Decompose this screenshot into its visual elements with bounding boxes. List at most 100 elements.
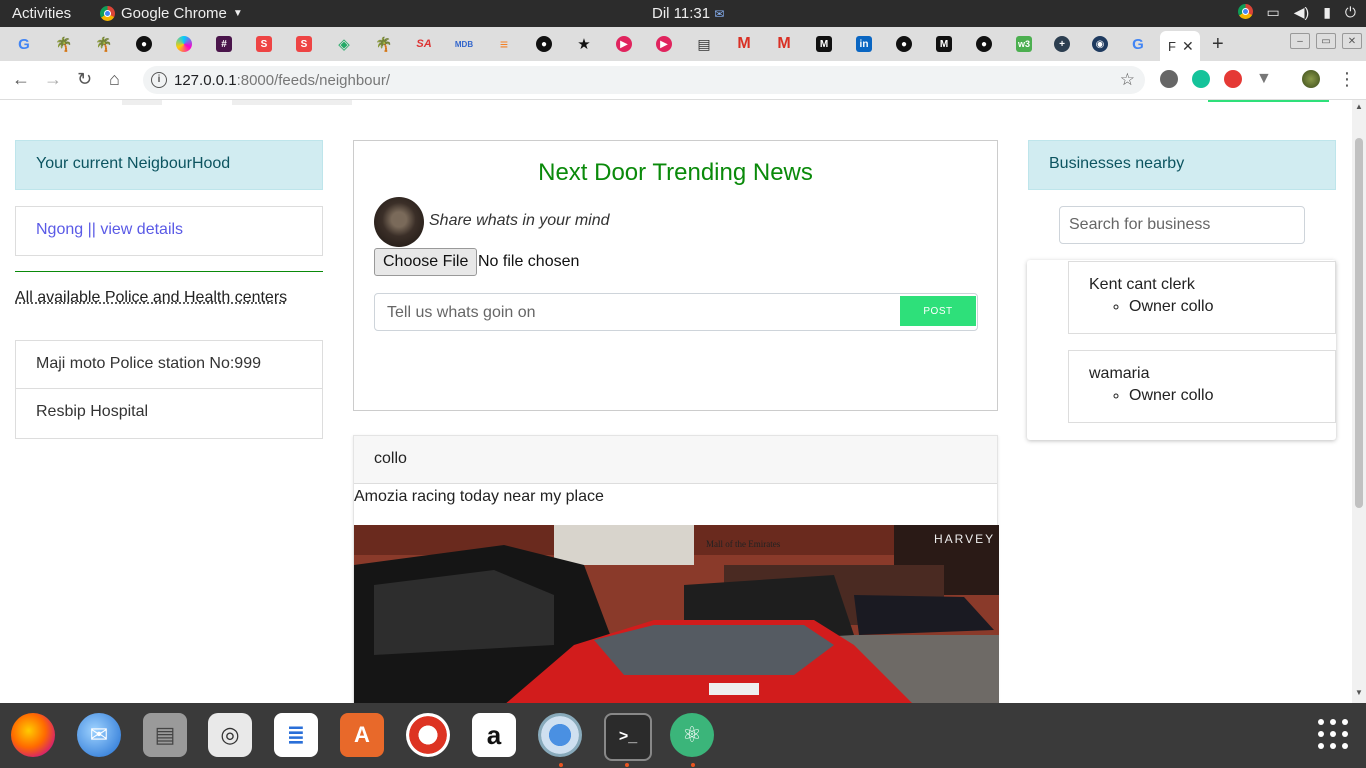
post-button[interactable]: POST (900, 296, 976, 326)
chrome-icon[interactable] (538, 713, 582, 757)
scroll-up-icon[interactable]: ▲ (1355, 102, 1363, 111)
menu-icon[interactable]: ⋮ (1338, 69, 1356, 90)
tab-medium-1[interactable]: M (812, 33, 836, 55)
tab-google-2[interactable]: G (1126, 33, 1150, 55)
tab-palm-3[interactable]: 🌴 (372, 33, 396, 55)
page-scrollbar[interactable]: ▲ ▼ (1352, 100, 1366, 703)
gmail-icon: M (777, 35, 791, 52)
tab-github-1[interactable]: ● (132, 33, 156, 55)
tab-linkedin[interactable]: in (852, 33, 876, 55)
tab-circle-1[interactable]: + (1050, 33, 1074, 55)
play-icon: ▶ (616, 36, 632, 52)
profile-avatar[interactable] (1302, 70, 1320, 88)
tab-gmail-2[interactable]: M (772, 33, 796, 55)
thunderbird-icon[interactable]: ✉ (77, 713, 121, 757)
palm-icon: 🌴 (55, 35, 73, 52)
firefox-icon[interactable] (11, 713, 55, 757)
info-icon[interactable]: i (151, 72, 167, 88)
extension-infinity-icon[interactable] (1224, 70, 1242, 88)
clock[interactable]: Dil 11:31 ✉ (652, 5, 724, 22)
forward-icon[interactable]: → (44, 69, 62, 90)
system-tray[interactable]: ▭ ◀) ▮ ⏻ (1237, 4, 1356, 21)
network-icon[interactable]: ▭ (1267, 4, 1280, 21)
diamond-icon: ◈ (338, 36, 350, 53)
bookmark-star-icon[interactable]: ☆ (1120, 70, 1135, 90)
show-applications-icon[interactable] (1318, 719, 1348, 749)
address-bar[interactable]: i 127.0.0.1:8000/feeds/neighbour/ ☆ (143, 66, 1145, 94)
tab-reader[interactable]: ▤ (692, 33, 716, 55)
post-input-group: POST (374, 293, 978, 332)
chrome-tray-icon[interactable] (1237, 4, 1253, 19)
tab-palm-1[interactable]: 🌴 (52, 33, 76, 55)
extension-globe-icon[interactable] (1160, 70, 1178, 88)
scroll-down-icon[interactable]: ▼ (1355, 688, 1363, 697)
tab-gmail-1[interactable]: M (732, 33, 756, 55)
tab-circle-2[interactable]: ◉ (1088, 33, 1112, 55)
business-name: Kent cant clerk (1089, 276, 1195, 293)
new-tab-button[interactable]: + (1212, 33, 1224, 56)
tab-active[interactable]: F ✕ (1160, 31, 1200, 61)
tab-play-1[interactable]: ▶ (612, 33, 636, 55)
writer-icon[interactable]: ≣ (274, 713, 318, 757)
avatar (374, 197, 424, 247)
amazon-icon[interactable]: a (472, 713, 516, 757)
extension-v-icon[interactable]: ▼ (1256, 70, 1274, 88)
power-icon[interactable]: ⏻ (1345, 4, 1356, 21)
running-indicator (559, 763, 563, 767)
sa-icon: SA (416, 38, 432, 50)
tab-sa[interactable]: SA (412, 33, 436, 55)
tab-w3[interactable]: w3 (1012, 33, 1036, 55)
tab-stackoverflow[interactable]: ≡ (492, 33, 516, 55)
list-item[interactable]: wamaria Owner collo (1068, 350, 1336, 423)
navbar-button-remnant[interactable] (1208, 100, 1329, 102)
app-menu[interactable]: Google Chrome ▼ (100, 5, 243, 22)
tab-play-2[interactable]: ▶ (652, 33, 676, 55)
url-host: 127.0.0.1 (174, 72, 237, 89)
tab-github-3[interactable]: ● (892, 33, 916, 55)
chrome-icon (100, 6, 115, 21)
close-tab-icon[interactable]: ✕ (1182, 38, 1194, 55)
post-input[interactable] (375, 294, 909, 332)
volume-icon[interactable]: ◀) (1294, 4, 1309, 21)
tab-diamond[interactable]: ◈ (332, 33, 356, 55)
scrollbar-thumb[interactable] (1355, 138, 1363, 508)
url-path: :8000/feeds/neighbour/ (236, 72, 391, 89)
tab-github-4[interactable]: ● (972, 33, 996, 55)
back-icon[interactable]: ← (12, 69, 30, 90)
url-text[interactable]: 127.0.0.1:8000/feeds/neighbour/ (174, 72, 390, 89)
neighbourhood-link[interactable]: Ngong || view details (36, 221, 183, 238)
software-icon[interactable]: A (340, 713, 384, 757)
help-icon[interactable] (406, 713, 450, 757)
play-icon: ▶ (656, 36, 672, 52)
w3schools-icon: w3 (1016, 36, 1032, 52)
activities-button[interactable]: Activities (12, 5, 71, 22)
system-top-bar: Activities Google Chrome ▼ Dil 11:31 ✉ ▭… (0, 0, 1366, 27)
reload-icon[interactable]: ↻ (77, 69, 92, 90)
tab-mdb[interactable]: MDB (452, 33, 476, 55)
list-item[interactable]: Kent cant clerk Owner collo (1068, 261, 1336, 334)
close-window-button[interactable]: ✕ (1342, 33, 1362, 49)
tab-star[interactable]: ★ (572, 33, 596, 55)
files-icon[interactable]: ▤ (143, 713, 187, 757)
home-icon[interactable]: ⌂ (109, 69, 120, 90)
battery-icon[interactable]: ▮ (1323, 4, 1331, 21)
tab-medium-2[interactable]: M (932, 33, 956, 55)
maximize-button[interactable]: ▭ (1316, 33, 1336, 49)
minimize-button[interactable]: – (1290, 33, 1310, 49)
tab-app-red-1[interactable]: S (252, 33, 276, 55)
business-search-input[interactable] (1059, 206, 1305, 244)
github-icon: ● (536, 36, 552, 52)
rhythmbox-icon[interactable]: ◎ (208, 713, 252, 757)
feed-author: collo (354, 436, 997, 484)
navbar-remnant (232, 100, 352, 105)
tab-palm-2[interactable]: 🌴 (92, 33, 116, 55)
grammarly-icon[interactable] (1192, 70, 1210, 88)
choose-file-button[interactable]: Choose File (374, 248, 478, 276)
tab-colorful[interactable] (172, 33, 196, 55)
tab-app-red-2[interactable]: S (292, 33, 316, 55)
tab-slack[interactable]: # (212, 33, 236, 55)
atom-icon[interactable]: ⚛ (670, 713, 714, 757)
tab-google[interactable]: G (12, 33, 36, 55)
tab-github-2[interactable]: ● (532, 33, 556, 55)
terminal-icon[interactable]: >_ (604, 713, 652, 761)
